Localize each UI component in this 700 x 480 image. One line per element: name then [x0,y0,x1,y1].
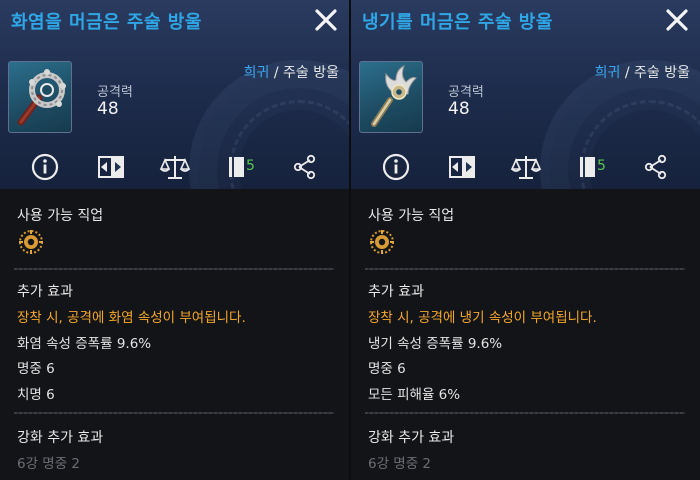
fire-bell-icon [17,69,66,126]
section-divider [365,268,685,270]
extra-effect-title: 추가 효과 [17,284,73,300]
share-button[interactable] [287,150,321,184]
share-button[interactable] [638,150,672,184]
compare-icon [449,156,475,178]
class-emblem-icon [370,230,394,254]
class-badge [368,228,396,256]
enhance-effect-line: 6강 명중 2 [17,456,81,472]
item-grade: 희귀 / 주술 방울 [595,62,690,82]
appraise-button[interactable] [158,150,192,184]
appraise-button[interactable] [509,150,543,184]
item-type: 주술 방울 [283,65,339,81]
compare-icon [98,156,124,178]
item-image [8,61,72,133]
effect-line: 모든 피해율 6% [368,387,461,403]
collection-count: 5 [246,158,255,174]
share-icon [644,154,667,180]
item-rarity: 희귀 [594,65,621,81]
usable-class-title: 사용 가능 직업 [17,208,104,224]
enhance-effect-line: 6강 명중 2 [368,456,432,472]
grade-separator: / [269,65,284,81]
tooltip-header: 화염을 머금은 주술 방울 희귀 / 주술 방울 공격력 48 5 [0,0,349,189]
extra-effect-description: 장착 시, 공격에 화염 속성이 부여됩니다. [17,310,246,326]
extra-effect-description: 장착 시, 공격에 냉기 속성이 부여됩니다. [368,310,597,326]
enhance-effect-title: 강화 추가 효과 [17,430,104,446]
info-icon [31,153,59,181]
frost-bell-icon [371,64,417,127]
effect-line: 명중 6 [17,361,55,377]
compare-button[interactable] [445,150,479,184]
item-title: 냉기를 머금은 주술 방울 [362,12,553,33]
book-icon [580,157,595,177]
effect-line: 명중 6 [368,361,406,377]
item-title: 화염을 머금은 주술 방울 [11,12,202,33]
collection-button[interactable]: 5 [226,150,260,184]
compare-button[interactable] [94,150,128,184]
collection-button[interactable]: 5 [577,150,611,184]
close-button[interactable] [664,7,690,33]
item-rarity: 희귀 [243,65,270,81]
tooltip-body: 사용 가능 직업 추가 효과 장착 시, 공격에 냉기 속성이 부여됩니다. 냉… [351,189,700,480]
book-icon [229,157,244,177]
item-tooltip-panel-frost: 냉기를 머금은 주술 방울 희귀 / 주술 방울 공격력 48 5 사용 가능 … [351,0,700,480]
item-type: 주술 방울 [634,65,690,81]
attack-label: 공격력 [97,85,133,100]
item-tooltip-panel-fire: 화염을 머금은 주술 방울 희귀 / 주술 방울 공격력 48 5 사용 가능 … [0,0,349,480]
close-icon [315,9,337,31]
scale-icon [159,156,191,179]
enhance-effect-title: 강화 추가 효과 [368,430,455,446]
effect-line: 화염 속성 증폭률 9.6% [17,336,152,352]
item-image [359,61,423,133]
class-emblem-icon [19,230,43,254]
collection-count: 5 [597,158,606,174]
extra-effect-title: 추가 효과 [368,284,424,300]
attack-label: 공격력 [448,85,484,100]
tooltip-toolbar: 5 [351,150,700,184]
effect-line: 치명 6 [17,387,55,403]
attack-value: 48 [97,99,119,119]
scale-icon [510,156,542,179]
attack-value: 48 [448,99,470,119]
item-grade: 희귀 / 주술 방울 [244,62,339,82]
close-icon [666,9,688,31]
info-button[interactable] [28,150,62,184]
tooltip-header: 냉기를 머금은 주술 방울 희귀 / 주술 방울 공격력 48 5 [351,0,700,189]
section-divider [14,412,334,414]
close-button[interactable] [313,7,339,33]
tooltip-body: 사용 가능 직업 추가 효과 장착 시, 공격에 화염 속성이 부여됩니다. 화… [0,189,349,480]
info-button[interactable] [379,150,413,184]
section-divider [365,412,685,414]
effect-line: 냉기 속성 증폭률 9.6% [368,336,503,352]
info-icon [382,153,410,181]
usable-class-title: 사용 가능 직업 [368,208,455,224]
grade-separator: / [620,65,635,81]
class-badge [17,228,45,256]
section-divider [14,268,334,270]
share-icon [293,154,316,180]
tooltip-toolbar: 5 [0,150,349,184]
